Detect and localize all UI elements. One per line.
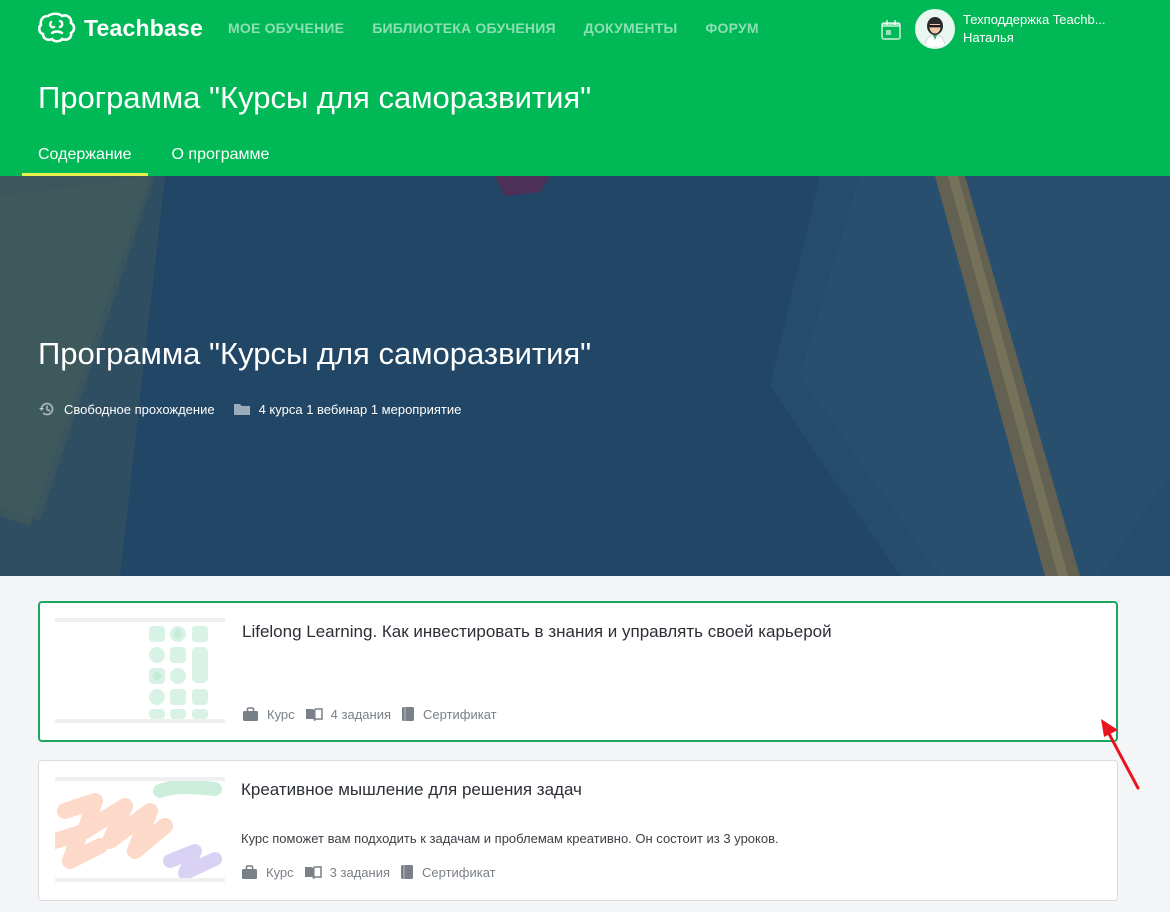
course-type: Курс	[241, 865, 294, 880]
course-certificate: Сертификат	[400, 864, 496, 880]
course-cover-image	[55, 622, 225, 719]
nav-item-forum[interactable]: ФОРУМ	[705, 20, 758, 36]
certificate-book-icon	[402, 707, 414, 721]
brand-name: Teachbase	[84, 14, 203, 41]
user-name: Техподдержка Teachb...	[963, 12, 1106, 27]
user-subtitle: Наталья	[963, 30, 1014, 45]
tab-about-program[interactable]: О программе	[156, 138, 286, 176]
course-certificate: Сертификат	[401, 706, 497, 722]
course-type-text: Курс	[266, 864, 294, 880]
course-title[interactable]: Креативное мышление для решения задач	[241, 780, 582, 800]
user-avatar-icon	[917, 11, 953, 47]
course-tasks: 3 задания	[304, 865, 390, 880]
avatar[interactable]	[915, 9, 955, 49]
page-title: Программа "Курсы для саморазвития"	[38, 80, 592, 115]
brand-logo[interactable]: Teachbase	[38, 12, 203, 44]
program-meta: Свободное прохождение 4 курса 1 вебинар …	[38, 400, 479, 418]
course-tasks: 4 задания	[305, 707, 391, 722]
meta-mode: Свободное прохождение	[38, 400, 215, 418]
course-meta: Курс 3 задания Сертификат	[241, 864, 506, 880]
briefcase-icon	[242, 864, 257, 879]
folder-icon	[233, 404, 250, 415]
course-certificate-text: Сертификат	[422, 864, 496, 880]
course-meta: Курс 4 задания Сертификат	[242, 706, 507, 722]
hero-banner: Программа "Курсы для саморазвития" Свобо…	[0, 176, 1170, 576]
main-nav: МОЕ ОБУЧЕНИЕ БИБЛИОТЕКА ОБУЧЕНИЯ ДОКУМЕН…	[228, 20, 759, 36]
book-open-icon	[304, 866, 322, 879]
red-arrow-icon	[1101, 719, 1140, 790]
tab-bar: Содержание О программе	[22, 138, 285, 176]
meta-contents-text: 4 курса 1 вебинар 1 мероприятие	[258, 401, 462, 417]
course-certificate-text: Сертификат	[423, 706, 497, 722]
history-icon	[39, 402, 54, 416]
brain-logo-icon	[38, 12, 76, 43]
book-open-icon	[305, 708, 323, 721]
course-cover-image	[55, 781, 225, 878]
course-type: Курс	[242, 707, 295, 722]
certificate-book-icon	[401, 865, 413, 879]
user-menu[interactable]: Техподдержка Teachb... Наталья	[963, 11, 1123, 47]
course-type-text: Курс	[267, 706, 295, 722]
calendar-icon[interactable]	[880, 19, 902, 41]
course-thumbnail	[55, 618, 225, 723]
course-card[interactable]: Креативное мышление для решения задач Ку…	[38, 760, 1118, 901]
hero-background-image	[0, 176, 1170, 576]
course-thumbnail	[55, 777, 225, 882]
course-description: Курс поможет вам подходить к задачам и п…	[241, 831, 779, 846]
nav-item-my-learning[interactable]: МОЕ ОБУЧЕНИЕ	[228, 20, 344, 36]
nav-item-library[interactable]: БИБЛИОТЕКА ОБУЧЕНИЯ	[372, 20, 556, 36]
briefcase-icon	[243, 706, 258, 721]
course-title[interactable]: Lifelong Learning. Как инвестировать в з…	[242, 622, 832, 642]
meta-contents: 4 курса 1 вебинар 1 мероприятие	[233, 401, 462, 417]
tab-contents[interactable]: Содержание	[22, 138, 148, 176]
course-card[interactable]: Lifelong Learning. Как инвестировать в з…	[38, 601, 1118, 742]
nav-item-documents[interactable]: ДОКУМЕНТЫ	[584, 20, 678, 36]
meta-mode-text: Свободное прохождение	[64, 401, 215, 417]
top-bar: Teachbase МОЕ ОБУЧЕНИЕ БИБЛИОТЕКА ОБУЧЕН…	[0, 0, 1170, 58]
course-tasks-text: 4 задания	[330, 706, 391, 722]
header: Teachbase МОЕ ОБУЧЕНИЕ БИБЛИОТЕКА ОБУЧЕН…	[0, 0, 1170, 176]
course-tasks-text: 3 задания	[329, 864, 390, 880]
hero-title: Программа "Курсы для саморазвития"	[38, 336, 592, 371]
